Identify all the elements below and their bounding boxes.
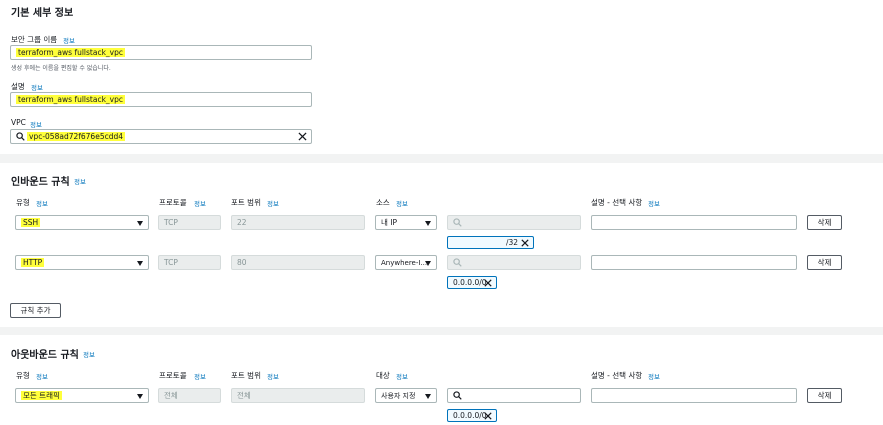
- header-type: 유형: [16, 371, 30, 380]
- outbound-title: 아웃바운드 규칙: [11, 350, 79, 361]
- inbound-desc-input-2[interactable]: [591, 255, 797, 270]
- search-icon: [453, 258, 462, 267]
- header-type: 유형: [16, 198, 30, 207]
- protocol-value: 전체: [164, 391, 178, 400]
- inbound-info-link[interactable]: 정보: [74, 176, 86, 186]
- add-rule-button[interactable]: 규칙 추가: [10, 303, 61, 318]
- remove-token-icon[interactable]: [484, 412, 492, 420]
- header-protocol-info[interactable]: 정보: [194, 198, 206, 208]
- group-name-input[interactable]: terraform_aws fullstack_vpc: [10, 45, 312, 60]
- inbound-protocol-2: TCP: [158, 255, 221, 270]
- header-source-info[interactable]: 정보: [396, 198, 408, 208]
- header-type-info[interactable]: 정보: [36, 371, 48, 381]
- inbound-desc-input-1[interactable]: [591, 215, 797, 230]
- inbound-source-select-1[interactable]: 내 IP: [375, 215, 437, 230]
- source-value: Anywhere-I...: [381, 259, 428, 267]
- outbound-info-link[interactable]: 정보: [83, 349, 95, 359]
- section-divider: [0, 154, 883, 163]
- remove-token-icon[interactable]: [521, 239, 529, 247]
- vpc-value: vpc-058ad72f676e5cdd4: [27, 132, 126, 141]
- remove-token-icon[interactable]: [484, 279, 492, 287]
- caret-down-icon: [137, 221, 143, 226]
- header-protocol: 프로토콜: [159, 198, 187, 207]
- inbound-cidr-search-2[interactable]: [447, 255, 581, 270]
- inbound-rules-panel: 인바운드 규칙 정보 유형 정보 프로토콜 정보 포트 범위 정보 소스 정보 …: [0, 163, 883, 327]
- cidr-value: 0.0.0.0/0: [453, 411, 487, 420]
- inbound-type-select-1[interactable]: SSH: [15, 215, 149, 230]
- inbound-port-1: 22: [231, 215, 365, 230]
- header-protocol: 프로토콜: [159, 371, 187, 380]
- type-value: HTTP: [21, 258, 45, 267]
- inbound-port-2: 80: [231, 255, 365, 270]
- vpc-info-link[interactable]: 정보: [30, 119, 42, 129]
- vpc-search-input[interactable]: vpc-058ad72f676e5cdd4: [10, 129, 312, 144]
- caret-down-icon: [425, 261, 431, 266]
- protocol-value: TCP: [164, 218, 178, 227]
- vpc-label: VPC: [11, 118, 26, 127]
- caret-down-icon: [137, 394, 143, 399]
- search-icon: [453, 391, 462, 400]
- outbound-destination-select-1[interactable]: 사용자 지정: [375, 388, 437, 403]
- source-value: 내 IP: [381, 218, 398, 227]
- inbound-source-select-2[interactable]: Anywhere-I...: [375, 255, 437, 270]
- cidr-token: 0.0.0.0/0: [447, 409, 497, 422]
- description-info-link[interactable]: 정보: [31, 82, 43, 92]
- header-protocol-info[interactable]: 정보: [194, 371, 206, 381]
- search-icon: [453, 218, 462, 227]
- outbound-desc-input-1[interactable]: [591, 388, 797, 403]
- delete-button[interactable]: 삭제: [807, 388, 842, 403]
- port-value: 22: [237, 218, 247, 227]
- outbound-protocol-1: 전체: [158, 388, 221, 403]
- outbound-type-select-1[interactable]: 모든 트래픽: [15, 388, 149, 403]
- group-name-label: 보안 그룹 이름: [11, 35, 58, 44]
- header-destination-info[interactable]: 정보: [396, 371, 408, 381]
- outbound-cidr-search-1[interactable]: [447, 388, 581, 403]
- inbound-protocol-1: TCP: [158, 215, 221, 230]
- inbound-type-select-2[interactable]: HTTP: [15, 255, 149, 270]
- protocol-value: TCP: [164, 258, 178, 267]
- cidr-value: 0.0.0.0/0: [453, 278, 487, 287]
- section-divider: [0, 327, 883, 335]
- header-source: 소스: [376, 198, 390, 207]
- outbound-rules-panel: 아웃바운드 규칙 정보 유형 정보 프로토콜 정보 포트 범위 정보 대상 정보…: [0, 335, 883, 425]
- group-name-info-link[interactable]: 정보: [63, 35, 75, 45]
- caret-down-icon: [425, 394, 431, 399]
- caret-down-icon: [137, 261, 143, 266]
- header-desc-info[interactable]: 정보: [648, 198, 660, 208]
- group-name-value: terraform_aws fullstack_vpc: [16, 48, 125, 57]
- description-label: 설명: [11, 82, 25, 91]
- port-value: 80: [237, 258, 247, 267]
- cidr-value: /32: [506, 238, 519, 247]
- inbound-cidr-search-1[interactable]: [447, 215, 581, 230]
- type-value: 모든 트래픽: [21, 391, 62, 400]
- header-desc: 설명 - 선택 사항: [591, 371, 643, 380]
- outbound-port-1: 전체: [231, 388, 365, 403]
- clear-icon[interactable]: [298, 132, 307, 141]
- basic-details-title: 기본 세부 정보: [11, 8, 74, 19]
- basic-details-panel: 기본 세부 정보 보안 그룹 이름 정보 terraform_aws fulls…: [0, 0, 883, 154]
- header-desc-info[interactable]: 정보: [648, 371, 660, 381]
- cidr-token: /32: [447, 236, 534, 249]
- group-name-hint: 생성 후에는 이름을 편집할 수 없습니다.: [11, 65, 111, 72]
- description-value: terraform_aws fullstack_vpc: [16, 95, 125, 104]
- delete-button[interactable]: 삭제: [807, 255, 842, 270]
- header-desc: 설명 - 선택 사항: [591, 198, 643, 207]
- inbound-title: 인바운드 규칙: [11, 177, 70, 188]
- caret-down-icon: [425, 221, 431, 226]
- search-icon: [16, 132, 25, 141]
- type-value: SSH: [21, 218, 41, 227]
- header-destination: 대상: [376, 371, 390, 380]
- description-input[interactable]: terraform_aws fullstack_vpc: [10, 92, 312, 107]
- header-port: 포트 범위: [231, 198, 261, 207]
- header-port-info[interactable]: 정보: [267, 371, 279, 381]
- destination-value: 사용자 지정: [381, 392, 416, 400]
- port-value: 전체: [237, 391, 251, 400]
- header-port-info[interactable]: 정보: [267, 198, 279, 208]
- header-port: 포트 범위: [231, 371, 261, 380]
- header-type-info[interactable]: 정보: [36, 198, 48, 208]
- delete-button[interactable]: 삭제: [807, 215, 842, 230]
- cidr-token: 0.0.0.0/0: [447, 276, 497, 289]
